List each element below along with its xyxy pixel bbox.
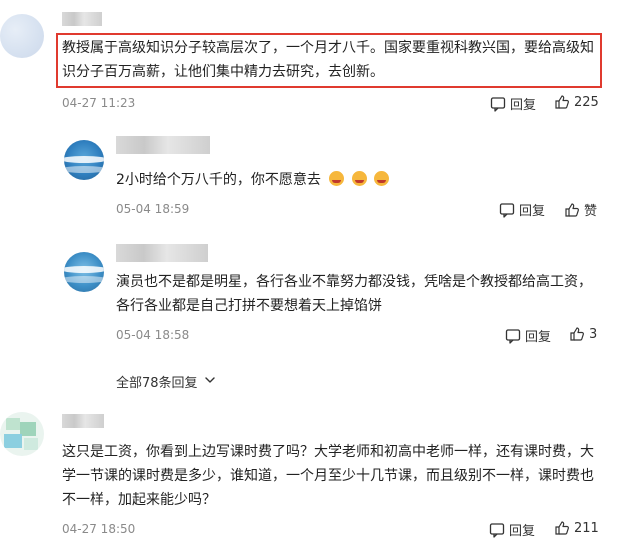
- like-count: 211: [574, 520, 599, 536]
- chevron-down-icon: [204, 374, 216, 390]
- reply-label: 回复: [525, 330, 552, 345]
- username-blurred[interactable]: [62, 12, 102, 26]
- reply-label: 回复: [510, 98, 537, 113]
- timestamp: 04-27 18:50: [62, 522, 136, 536]
- avatar[interactable]: [0, 14, 44, 58]
- reply-text: 2小时给个万八千的，你不愿意去: [116, 170, 390, 190]
- thumbs-up-icon: [554, 520, 570, 536]
- laugh-cry-emoji-icon: [374, 171, 390, 186]
- reply-text-line-2: 各行各业都是自己打拼不要想着天上掉馅饼: [116, 298, 382, 314]
- reply-label: 回复: [509, 524, 536, 539]
- username-blurred[interactable]: [116, 244, 208, 262]
- like-count: 225: [574, 94, 599, 110]
- avatar[interactable]: [64, 140, 104, 180]
- thumbs-up-icon: [564, 202, 580, 218]
- comment-text-line-3: 不一样，加起来能少吗？: [62, 492, 216, 508]
- avatar[interactable]: [64, 252, 104, 292]
- comment-text-line-1: 教授属于高级知识分子较高层次了，一个月才八千。国家要重视科教兴国，要给高级知: [62, 40, 594, 56]
- reply-button[interactable]: 回复: [489, 520, 535, 539]
- comment-icon: [505, 328, 521, 344]
- laugh-cry-emoji-icon: [329, 171, 345, 186]
- reply-button[interactable]: 回复: [499, 200, 545, 219]
- timestamp: 05-04 18:59: [116, 202, 190, 216]
- like-count: 3: [589, 326, 598, 342]
- reply-label: 回复: [519, 204, 546, 219]
- like-button[interactable]: 225: [554, 94, 599, 110]
- reply-button[interactable]: 回复: [490, 94, 536, 113]
- comment-text-line-2: 识分子百万高薪，让他们集中精力去研究，去创新。: [62, 64, 384, 80]
- username-blurred[interactable]: [116, 136, 210, 154]
- thumbs-up-icon: [569, 326, 585, 342]
- username-blurred[interactable]: [62, 414, 104, 428]
- like-button[interactable]: 3: [569, 326, 597, 342]
- comment-icon: [490, 96, 506, 112]
- comment-icon: [489, 522, 505, 538]
- avatar[interactable]: [0, 412, 44, 456]
- comment-text-line-2: 学一节课的课时费是多少，谁知道，一个月至少十几节课，而且级别不一样，课时费也: [62, 468, 594, 484]
- timestamp: 05-04 18:58: [116, 328, 190, 342]
- like-button[interactable]: 赞: [564, 200, 597, 219]
- reply-text-line-1: 演员也不是都是明星，各行各业不靠努力都没钱，凭啥是个教授都给高工资，: [116, 274, 592, 290]
- expand-replies-link[interactable]: 全部78条回复: [116, 372, 216, 391]
- timestamp: 04-27 11:23: [62, 96, 136, 110]
- expand-replies-label: 全部78条回复: [116, 376, 198, 391]
- like-label: 赞: [584, 204, 598, 219]
- thumbs-up-icon: [554, 94, 570, 110]
- comment-icon: [499, 202, 515, 218]
- reply-text-content: 2小时给个万八千的，你不愿意去: [116, 172, 321, 188]
- laugh-cry-emoji-icon: [351, 171, 367, 186]
- comment-text-line-1: 这只是工资，你看到上边写课时费了吗？大学老师和初高中老师一样，还有课时费，大: [62, 444, 594, 460]
- reply-button[interactable]: 回复: [505, 326, 551, 345]
- like-button[interactable]: 211: [554, 520, 599, 536]
